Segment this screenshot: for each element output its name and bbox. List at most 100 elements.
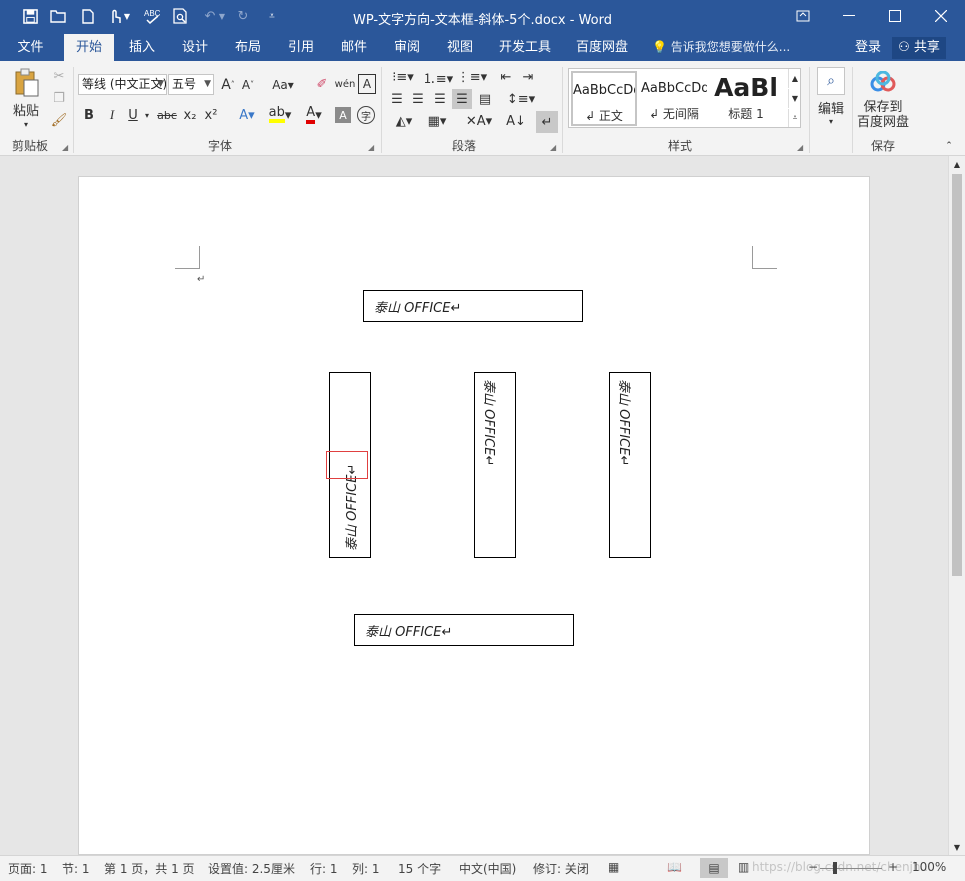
save-icon[interactable] (20, 6, 40, 26)
status-position[interactable]: 设置值: 2.5厘米 (208, 860, 295, 877)
share-button[interactable]: ⚇ 共享 (892, 37, 946, 59)
align-left-icon[interactable]: ☰ (388, 90, 406, 108)
chinese-layout-icon[interactable]: ✕A▾ (462, 111, 496, 131)
textbox-horizontal-top[interactable]: 泰山 OFFICE↵ (363, 290, 583, 322)
zoom-level[interactable]: 100% (912, 860, 946, 874)
align-center-icon[interactable]: ☰ (409, 90, 427, 108)
font-launcher-icon[interactable]: ◢ (368, 143, 376, 152)
tab-home[interactable]: 开始 (64, 34, 114, 61)
underline-button[interactable]: U (124, 105, 142, 125)
minimize-icon[interactable] (826, 0, 872, 32)
chevron-down-icon[interactable]: ▼ (122, 6, 132, 26)
print-preview-icon[interactable] (170, 6, 190, 26)
italic-button[interactable]: I (103, 105, 121, 125)
decrease-indent-icon[interactable]: ⇤ (496, 67, 516, 87)
undo-dropdown-icon[interactable]: ▼ (217, 6, 227, 26)
textbox-horizontal-bottom[interactable]: 泰山 OFFICE↵ (354, 614, 574, 646)
status-track-changes[interactable]: 修订: 关闭 (533, 860, 589, 877)
gallery-up-icon[interactable]: ▲ (788, 69, 801, 88)
increase-indent-icon[interactable]: ⇥ (518, 67, 538, 87)
copy-icon[interactable]: ❐ (50, 89, 68, 107)
status-column[interactable]: 列: 1 (352, 860, 380, 877)
sort-icon[interactable]: A↓ (506, 111, 526, 131)
enclose-characters-icon[interactable]: 字 (357, 106, 375, 124)
text-effects-icon[interactable]: A▾ (233, 105, 261, 125)
shrink-font-icon[interactable]: A ˅ (239, 74, 257, 95)
save-to-baidu-button[interactable]: 保存到 百度网盘 (855, 99, 911, 131)
phonetic-guide-icon[interactable]: wén (335, 72, 356, 96)
open-icon[interactable] (48, 6, 68, 26)
align-right-icon[interactable]: ☰ (431, 90, 449, 108)
tab-mailings[interactable]: 邮件 (330, 34, 378, 61)
font-size-combo[interactable]: 五号 ▼ (168, 74, 214, 95)
textbox-vertical-middle[interactable]: 泰山 OFFICE↵ (474, 372, 516, 558)
document-page[interactable]: ↵ 泰山 OFFICE↵ 泰山 OFFICE↵ 泰山 OFFICE↵ 泰山 OF… (78, 176, 870, 855)
grow-font-icon[interactable]: A ˄ (219, 74, 237, 95)
tab-references[interactable]: 引用 (277, 34, 325, 61)
borders-icon[interactable]: ▦▾ (421, 111, 453, 131)
gallery-more-icon[interactable]: ⩡ (788, 109, 801, 127)
multilevel-list-icon[interactable]: ⋮≡▾ (455, 67, 489, 87)
scroll-up-icon[interactable]: ▲ (949, 156, 965, 172)
tell-me-search[interactable]: 💡 告诉我您想要做什么... (652, 34, 790, 61)
gallery-down-icon[interactable]: ▼ (788, 89, 801, 108)
style-heading-1[interactable]: AaBl 标题 1 (711, 71, 781, 126)
numbering-icon[interactable]: ⒈≡▾ (421, 67, 455, 87)
shading-icon[interactable]: ◭▾ (388, 111, 420, 131)
status-page[interactable]: 页面: 1 (8, 860, 48, 877)
status-page-count[interactable]: 第 1 页，共 1 页 (104, 860, 195, 877)
vertical-scrollbar[interactable]: ▲ ▼ (948, 156, 965, 855)
line-spacing-icon[interactable]: ↕≡▾ (506, 90, 536, 108)
change-case-icon[interactable]: Aa▾ (268, 74, 298, 95)
status-line[interactable]: 行: 1 (310, 860, 338, 877)
redo-icon[interactable]: ↻ (233, 6, 253, 26)
font-name-combo[interactable]: 等线 (中文正文) ▼ (78, 74, 167, 95)
subscript-button[interactable]: x₂ (181, 105, 199, 125)
zoom-slider-thumb[interactable] (833, 862, 837, 874)
character-border-icon[interactable]: A (358, 74, 376, 94)
bullets-icon[interactable]: ⁝≡▾ (386, 67, 420, 87)
distributed-icon[interactable]: ▤ (475, 90, 495, 108)
paragraph-launcher-icon[interactable]: ◢ (550, 143, 558, 152)
close-icon[interactable] (918, 0, 964, 32)
sign-in-link[interactable]: 登录 (855, 34, 881, 61)
new-document-icon[interactable] (78, 6, 98, 26)
scroll-down-icon[interactable]: ▼ (949, 839, 965, 855)
superscript-button[interactable]: x² (202, 105, 220, 125)
cut-icon[interactable]: ✂ (50, 67, 68, 85)
maximize-icon[interactable] (872, 0, 918, 32)
scrollbar-thumb[interactable] (952, 174, 962, 576)
show-formatting-marks-icon[interactable]: ↵ (536, 111, 558, 133)
spelling-icon[interactable]: ABC (142, 6, 162, 26)
baidu-netdisk-icon[interactable] (868, 69, 898, 95)
zoom-out-icon[interactable]: − (808, 860, 818, 874)
paste-icon[interactable] (8, 66, 46, 100)
bold-button[interactable]: B (80, 105, 98, 125)
zoom-slider[interactable] (820, 868, 882, 869)
textbox-vertical-right[interactable]: 泰山 OFFICE↵ (609, 372, 651, 558)
paste-dropdown-icon[interactable]: ▾ (19, 119, 33, 129)
status-section[interactable]: 节: 1 (62, 860, 90, 877)
macro-record-icon[interactable]: ▦ (608, 860, 619, 874)
tab-insert[interactable]: 插入 (118, 34, 166, 61)
tab-design[interactable]: 设计 (171, 34, 219, 61)
clipboard-launcher-icon[interactable]: ◢ (62, 143, 70, 152)
text-highlight-icon[interactable]: ab ▾ (265, 105, 295, 125)
format-painter-icon[interactable]: 🖌 (50, 111, 68, 129)
customize-toolbar-icon[interactable]: ⩡ (262, 6, 282, 26)
tab-file[interactable]: 文件 (8, 34, 53, 61)
justify-icon[interactable]: ☰ (452, 89, 472, 109)
ribbon-display-options-icon[interactable] (780, 0, 826, 32)
status-language[interactable]: 中文(中国) (459, 860, 516, 877)
web-layout-icon[interactable]: ▥ (738, 860, 749, 874)
status-word-count[interactable]: 15 个字 (398, 860, 441, 877)
font-color-icon[interactable]: A ▾ (299, 105, 329, 125)
style-no-spacing[interactable]: AaBbCcDd ↲ 无间隔 (641, 71, 707, 126)
editing-dropdown-icon[interactable]: ▾ (826, 116, 836, 126)
read-mode-icon[interactable]: 📖 (667, 860, 682, 874)
tab-review[interactable]: 审阅 (383, 34, 431, 61)
character-shading-icon[interactable]: A (335, 107, 351, 123)
styles-launcher-icon[interactable]: ◢ (797, 143, 805, 152)
editing-button[interactable]: 编辑 (812, 99, 850, 117)
tab-developer[interactable]: 开发工具 (494, 34, 556, 61)
